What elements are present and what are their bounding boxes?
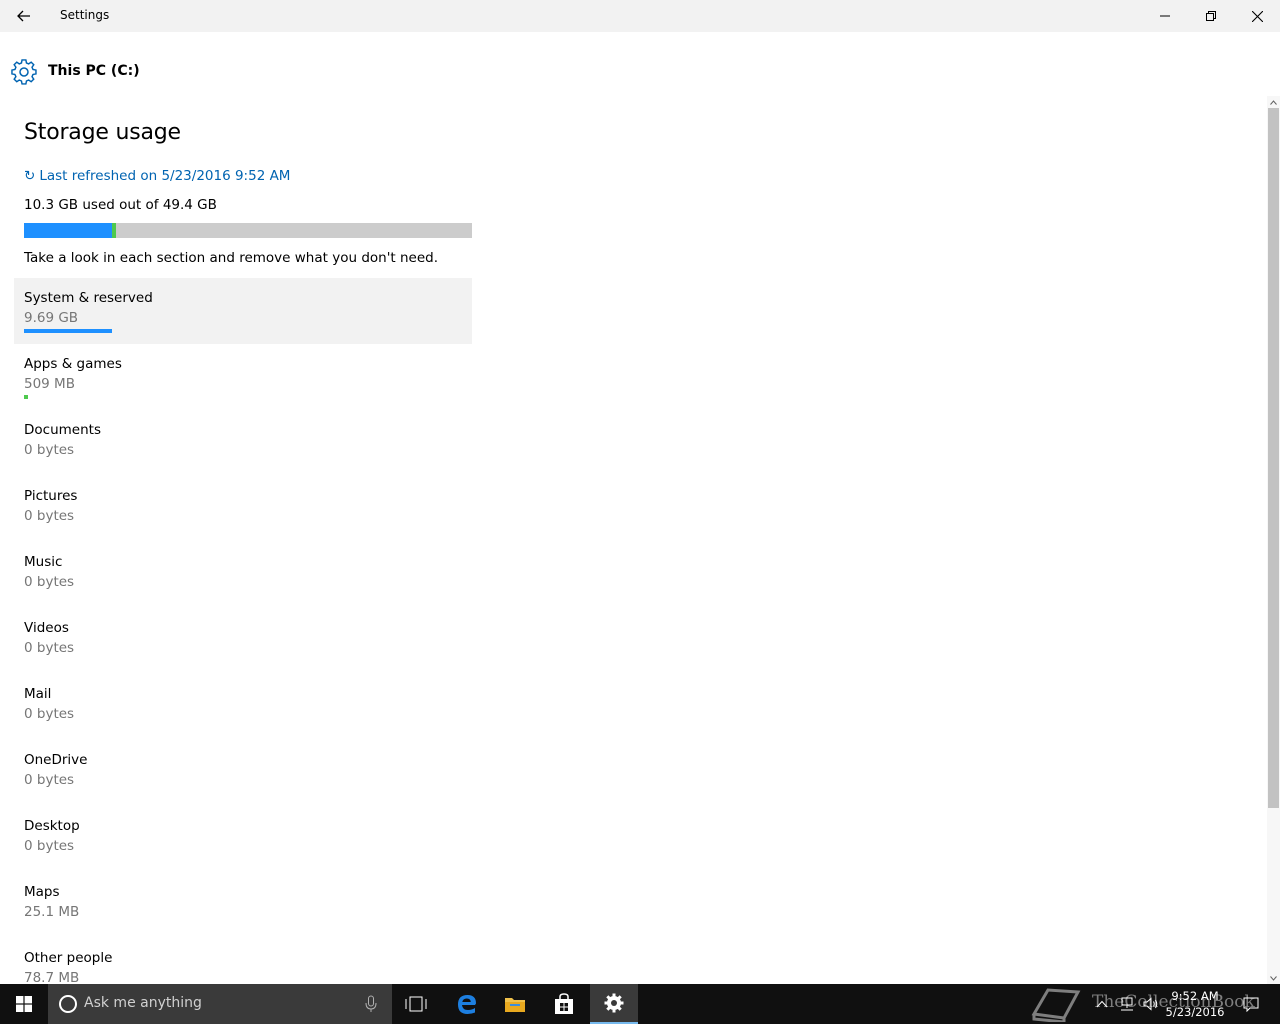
notifications-icon [1243,997,1259,1012]
network-icon [1121,997,1133,1011]
category-name: Other people [24,950,113,966]
page-header-title: This PC (C:) [48,63,140,79]
file-explorer-button[interactable] [491,984,539,1024]
back-arrow-icon [17,10,30,22]
category-name: Music [24,554,63,570]
category-item[interactable]: OneDrive 0 bytes [14,740,472,806]
scroll-up-button[interactable] [1267,96,1280,108]
category-name: Mail [24,686,52,702]
category-size: 0 bytes [24,574,75,590]
title-bar: Settings [0,0,1280,32]
category-item[interactable]: Mail 0 bytes [14,674,472,740]
category-item[interactable]: Music 0 bytes [14,542,472,608]
refresh-label: Last refreshed on 5/23/2016 9:52 AM [39,168,291,184]
show-hidden-icons-button[interactable] [1092,984,1112,1024]
category-name: OneDrive [24,752,88,768]
category-item[interactable]: Videos 0 bytes [14,608,472,674]
network-button[interactable] [1116,984,1138,1024]
minimize-button[interactable] [1142,0,1188,32]
refresh-icon: ↻ [24,168,36,184]
settings-taskbar-button[interactable] [590,984,638,1024]
search-placeholder: Ask me anything [84,995,202,1011]
usage-summary: 10.3 GB used out of 49.4 GB [24,197,217,213]
cortana-search-box[interactable]: Ask me anything [48,984,392,1024]
category-size: 0 bytes [24,772,75,788]
category-size: 509 MB [24,376,75,392]
category-item[interactable]: System & reserved 9.69 GB [14,278,472,344]
category-name: System & reserved [24,290,153,306]
category-size: 9.69 GB [24,310,79,326]
category-size: 0 bytes [24,508,75,524]
category-item[interactable]: Pictures 0 bytes [14,476,472,542]
usage-bar-system-segment [24,223,112,238]
category-list: System & reserved 9.69 GB Apps & games 509 … [14,278,472,1004]
close-button[interactable] [1234,0,1280,32]
folder-icon [505,998,525,1012]
start-button[interactable] [0,984,48,1024]
scroll-thumb[interactable] [1268,108,1279,808]
microphone-icon[interactable] [364,995,378,1013]
settings-gear-icon [604,993,624,1013]
vertical-scrollbar[interactable] [1267,96,1280,984]
category-name: Desktop [24,818,80,834]
category-item[interactable]: Documents 0 bytes [14,410,472,476]
task-view-icon [405,996,427,1012]
category-name: Videos [24,620,69,636]
category-size: 0 bytes [24,838,75,854]
category-size: 25.1 MB [24,904,80,920]
store-bag-icon [555,993,573,1014]
restore-button[interactable] [1188,0,1234,32]
category-size: 0 bytes [24,442,75,458]
edge-icon [458,995,476,1014]
hint-text: Take a look in each section and remove w… [24,250,439,266]
clock-date: 5/23/2016 [1165,1005,1225,1019]
page-title: Storage usage [24,120,181,145]
category-item[interactable]: Desktop 0 bytes [14,806,472,872]
category-name: Pictures [24,488,78,504]
system-clock[interactable]: 9:52 AM 5/23/2016 [1150,988,1240,1020]
category-size: 0 bytes [24,640,75,656]
chevron-down-icon [1270,975,1277,981]
category-size: 0 bytes [24,706,75,722]
category-name: Maps [24,884,60,900]
category-item[interactable]: Maps 25.1 MB [14,872,472,938]
chevron-up-icon [1270,99,1277,105]
store-button[interactable] [540,984,588,1024]
category-name: Documents [24,422,101,438]
close-icon [1251,10,1263,22]
task-view-button[interactable] [392,984,440,1024]
minimize-icon [1160,15,1170,17]
clock-time: 9:52 AM [1171,989,1219,1003]
usage-bar-apps-segment [112,223,116,238]
taskbar: Ask me anything TheCollectionBook 9:52 A… [0,984,1280,1024]
cortana-icon [59,995,77,1013]
category-usage-bar [24,395,28,399]
storage-usage-bar [24,223,472,238]
action-center-button[interactable] [1240,984,1262,1024]
windows-logo-icon [16,996,32,1012]
category-item[interactable]: Apps & games 509 MB [14,344,472,410]
category-usage-bar [24,329,112,333]
scroll-down-button[interactable] [1267,972,1280,984]
window-title: Settings [60,8,110,22]
book-logo-icon [1031,988,1081,1022]
back-button[interactable] [8,0,40,32]
refresh-link[interactable]: ↻ Last refreshed on 5/23/2016 9:52 AM [24,168,290,184]
restore-icon [1206,11,1216,21]
chevron-up-icon [1096,1000,1108,1008]
category-name: Apps & games [24,356,122,372]
edge-browser-button[interactable] [443,984,491,1024]
gear-icon [11,59,37,85]
